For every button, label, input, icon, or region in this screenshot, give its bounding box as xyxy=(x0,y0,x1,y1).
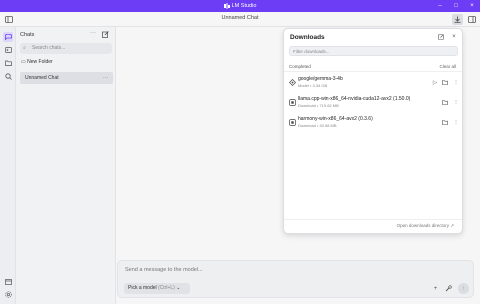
chat-list-item-label: Unnamed Chat xyxy=(25,75,59,81)
folder-icon[interactable] xyxy=(3,58,13,68)
divider xyxy=(284,219,462,220)
package-icon xyxy=(289,119,296,126)
window-title: LM Studio xyxy=(231,3,257,9)
filter-downloads-input[interactable]: Filter downloads... xyxy=(289,46,458,56)
pick-model-shortcut: (Ctrl+L) xyxy=(158,285,175,291)
new-folder-label: New Folder xyxy=(27,59,53,65)
lm-studio-logo-icon xyxy=(223,3,230,9)
open-folder-icon[interactable] xyxy=(441,98,449,107)
load-model-icon[interactable]: ▷ xyxy=(431,78,439,87)
close-downloads-icon[interactable]: × xyxy=(449,32,459,42)
search-icon: ⌕ xyxy=(23,45,26,51)
download-item-name: harmony-win-x86_64-avx2 (0.3.6) xyxy=(298,116,373,122)
new-folder-button[interactable]: ▭ New Folder xyxy=(21,59,53,65)
downloads-panel: Downloads × Filter downloads... Complete… xyxy=(283,28,463,234)
chat-list-item[interactable]: Unnamed Chat ··· xyxy=(20,72,113,84)
download-item-meta: Download • 30.58 MB xyxy=(298,123,337,128)
more-options-icon[interactable]: ⋮ xyxy=(452,98,460,107)
terminal-icon[interactable] xyxy=(3,45,13,55)
folder-plus-icon: ▭ xyxy=(21,59,26,65)
chat-options-icon[interactable]: ··· xyxy=(103,72,108,84)
send-button[interactable]: ↑ xyxy=(458,283,469,294)
more-options-icon[interactable]: ··· xyxy=(90,30,96,36)
more-options-icon[interactable]: ⋮ xyxy=(452,78,460,87)
tools-icon[interactable] xyxy=(443,283,454,294)
chat-title: Unnamed Chat xyxy=(221,15,259,21)
downloads-icon[interactable] xyxy=(452,14,463,25)
pick-model-label: Pick a model xyxy=(128,285,157,291)
download-item: llama.cpp-win-x86_64-nvidia-cuda12-avx2 … xyxy=(284,95,462,113)
toggle-right-panel-icon[interactable] xyxy=(466,14,477,25)
chats-heading: Chats xyxy=(20,32,35,38)
search-chats-input[interactable]: ⌕ Search chats... xyxy=(20,43,112,54)
search-icon[interactable] xyxy=(3,71,13,81)
external-link-icon: ↗ xyxy=(450,223,454,228)
open-downloads-directory-label: Open downloads directory xyxy=(396,223,449,228)
download-item-name: llama.cpp-win-x86_64-nvidia-cuda12-avx2 … xyxy=(298,96,411,102)
model-icon xyxy=(289,79,296,86)
open-downloads-directory-link[interactable]: Open downloads directory ↗ xyxy=(397,223,454,229)
window-titlebar: LM Studio – □ × xyxy=(0,0,480,12)
gear-icon[interactable] xyxy=(3,289,13,299)
minimize-icon[interactable]: – xyxy=(432,0,448,12)
chats-sidebar: Chats ··· ⌕ Search chats... ▭ New Folder… xyxy=(16,27,116,304)
clear-all-button[interactable]: Clear all xyxy=(439,64,456,69)
download-item-meta: Download • 719.62 MB xyxy=(298,103,339,108)
download-item: google/gemma-3-4b Model • 3.34 GB ▷ ⋮ xyxy=(284,75,462,93)
download-item-name: google/gemma-3-4b xyxy=(298,76,343,82)
downloads-title: Downloads xyxy=(290,34,325,41)
divider xyxy=(284,71,462,72)
open-folder-icon[interactable] xyxy=(441,78,449,87)
new-chat-icon[interactable] xyxy=(101,30,110,39)
box-icon[interactable] xyxy=(3,276,13,286)
more-options-icon[interactable]: ⋮ xyxy=(452,118,460,127)
popout-icon[interactable] xyxy=(436,32,446,42)
pick-model-button[interactable]: Pick a model (Ctrl+L) ⌄ xyxy=(124,283,190,294)
search-chats-placeholder: Search chats... xyxy=(32,45,66,51)
add-attachment-icon[interactable]: + xyxy=(430,283,441,294)
filter-downloads-placeholder: Filter downloads... xyxy=(293,49,330,54)
completed-section-label: Completed xyxy=(289,64,311,69)
message-composer[interactable]: Send a message to the model... Pick a mo… xyxy=(117,260,474,298)
package-icon xyxy=(289,99,296,106)
maximize-icon[interactable]: □ xyxy=(448,0,464,12)
open-folder-icon[interactable] xyxy=(441,118,449,127)
download-item-meta: Model • 3.34 GB xyxy=(298,83,328,88)
app-header: Unnamed Chat xyxy=(0,12,480,27)
message-input[interactable]: Send a message to the model... xyxy=(125,267,203,273)
chevron-down-icon: ⌄ xyxy=(176,285,181,291)
icon-rail xyxy=(0,27,16,304)
chat-icon[interactable] xyxy=(3,32,13,42)
close-window-icon[interactable]: × xyxy=(464,0,480,12)
download-item: harmony-win-x86_64-avx2 (0.3.6) Download… xyxy=(284,115,462,133)
